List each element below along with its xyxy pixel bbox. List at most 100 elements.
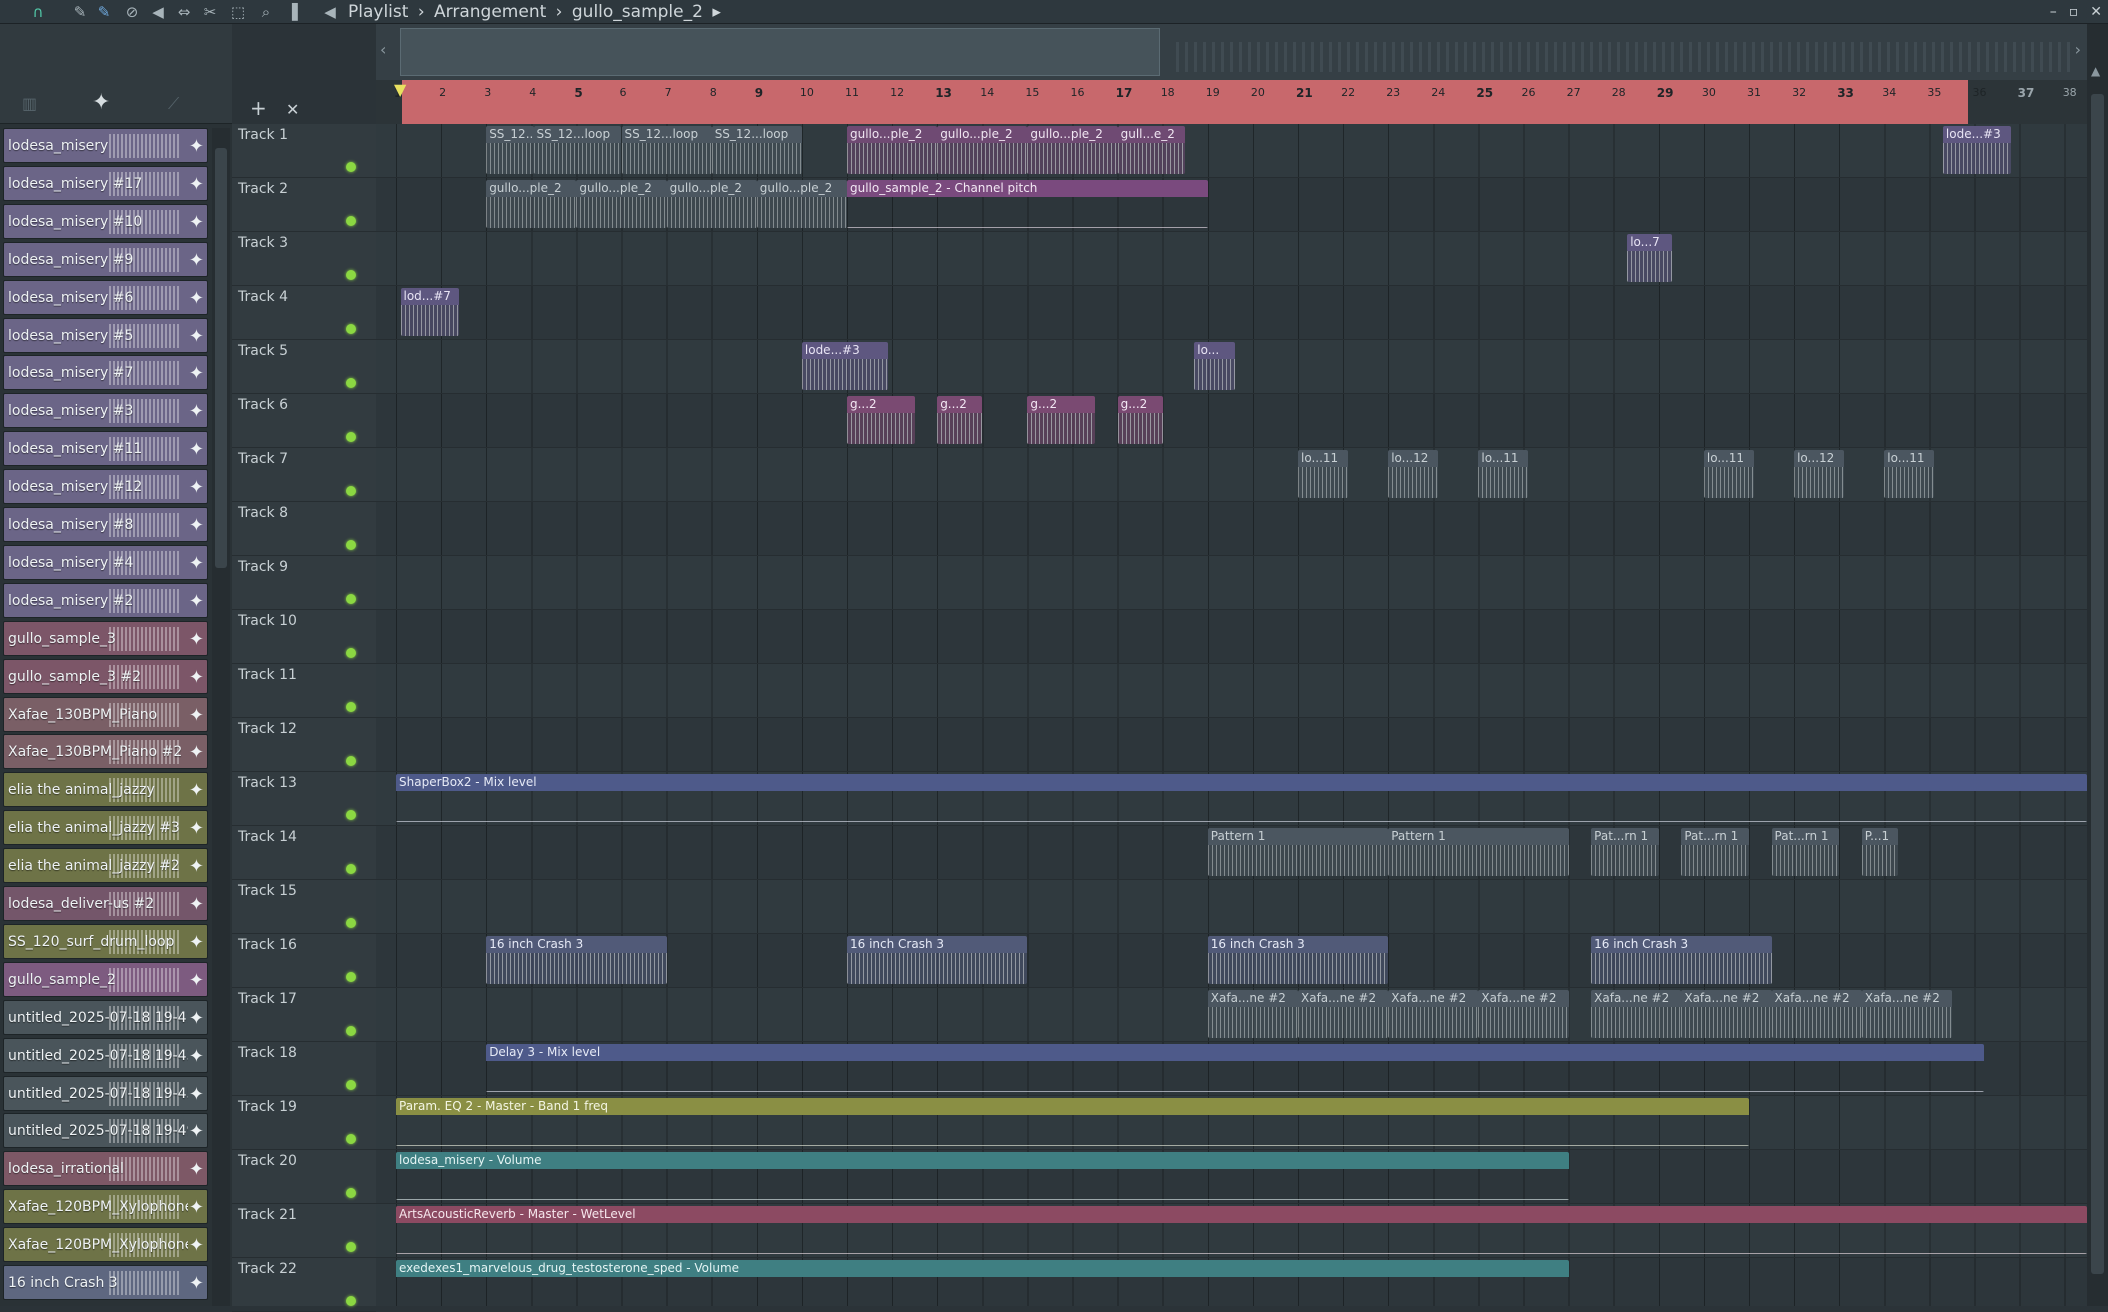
- clip-type-icon[interactable]: ✦: [189, 508, 204, 541]
- slice-icon[interactable]: ✂: [200, 3, 220, 21]
- clip-type-icon[interactable]: ✦: [189, 925, 204, 958]
- track-mute-led[interactable]: [346, 1134, 356, 1144]
- magnet-icon[interactable]: ∩: [28, 3, 48, 21]
- automation-clip-icon[interactable]: ⟋: [168, 94, 179, 114]
- playlist-clip[interactable]: lo...11: [1298, 450, 1348, 498]
- track-lane[interactable]: [376, 880, 2087, 934]
- playlist-clip[interactable]: lode...#3: [801, 342, 888, 390]
- clip-type-icon[interactable]: ✦: [189, 584, 204, 617]
- track-mute-led[interactable]: [346, 972, 356, 982]
- clip-type-icon[interactable]: ✦: [189, 1190, 204, 1223]
- scroll-up-icon[interactable]: ▲: [2091, 64, 2100, 78]
- loop-region[interactable]: [402, 80, 1968, 124]
- clip-type-icon[interactable]: ✦: [189, 773, 204, 806]
- select-icon[interactable]: ⬚: [228, 3, 248, 21]
- playlist-clip[interactable]: 16 inch Crash 3: [847, 936, 1028, 984]
- playlist-clip[interactable]: ArtsAcousticReverb - Master - WetLevel: [396, 1206, 2087, 1254]
- track-header[interactable]: Track 8: [232, 502, 376, 556]
- clip-item[interactable]: gullo_sample_3 #2 ✦: [3, 658, 208, 694]
- scroll-thumb[interactable]: [215, 148, 227, 568]
- clip-type-icon[interactable]: ✦: [189, 963, 204, 996]
- track-header[interactable]: Track 6: [232, 394, 376, 448]
- playlist-clip[interactable]: Xafa...ne #2: [1681, 990, 1772, 1038]
- playlist-clip[interactable]: P...1: [1861, 828, 1898, 876]
- playlist-clip[interactable]: SS_12...loop: [711, 126, 802, 174]
- playlist-clip[interactable]: gullo...ple_2: [847, 126, 938, 174]
- track-lane[interactable]: [376, 556, 2087, 610]
- clip-item[interactable]: gullo_sample_2 ✦: [3, 961, 208, 997]
- clip-item[interactable]: lodesa_misery #11 ✦: [3, 431, 208, 467]
- title-arrow-icon[interactable]: ▸: [712, 2, 721, 22]
- track-mute-led[interactable]: [346, 648, 356, 658]
- clip-item[interactable]: lodesa_misery #2 ✦: [3, 582, 208, 618]
- slip-icon[interactable]: ⇔: [174, 3, 194, 21]
- clip-type-icon[interactable]: ✦: [189, 1001, 204, 1034]
- playlist-clip[interactable]: gullo...ple_2: [1027, 126, 1118, 174]
- track-header[interactable]: Track 7: [232, 448, 376, 502]
- track-header[interactable]: Track 20: [232, 1150, 376, 1204]
- clip-item[interactable]: Xafae_130BPM_Piano #2 ✦: [3, 734, 208, 770]
- playlist-clip[interactable]: Delay 3 - Mix level: [486, 1044, 1984, 1092]
- playlist-clip[interactable]: 16 inch Crash 3: [486, 936, 667, 984]
- playlist-clip[interactable]: g...2: [1117, 396, 1163, 444]
- track-header[interactable]: Track 22: [232, 1258, 376, 1312]
- playlist-clip[interactable]: SS_12...loop: [621, 126, 712, 174]
- track-mute-led[interactable]: [346, 702, 356, 712]
- track-mute-led[interactable]: [346, 162, 356, 172]
- playback-icon[interactable]: ▐: [282, 3, 302, 21]
- playlist-clip[interactable]: 16 inch Crash 3: [1207, 936, 1389, 984]
- clip-type-icon[interactable]: ✦: [189, 243, 204, 276]
- playhead-marker-icon[interactable]: ▼: [394, 80, 406, 99]
- track-mute-led[interactable]: [346, 486, 356, 496]
- playlist-clip[interactable]: lod...#7: [400, 288, 460, 336]
- clip-item[interactable]: elia the animal_jazzy #3 ✦: [3, 810, 208, 846]
- playlist-clip[interactable]: Xafa...ne #2: [1388, 990, 1479, 1038]
- track-mute-led[interactable]: [346, 270, 356, 280]
- clip-item[interactable]: untitled_2025-07-18 19-43-00_...✦: [3, 1037, 208, 1073]
- clip-item[interactable]: lodesa_misery #8 ✦: [3, 507, 208, 542]
- playlist-clip[interactable]: gullo...ple_2: [666, 180, 757, 228]
- audio-clip-icon[interactable]: ✦: [92, 90, 110, 115]
- track-mute-led[interactable]: [346, 810, 356, 820]
- playlist-clip[interactable]: gullo...ple_2: [756, 180, 847, 228]
- clip-item[interactable]: Xafae_120BPM_Xylophone... ✦: [3, 1227, 208, 1263]
- clip-item[interactable]: untitled_2025-07-18 19-49-05_...✦: [3, 1113, 208, 1149]
- clip-item[interactable]: lodesa_misery #17 ✦: [3, 165, 208, 201]
- add-track-icon[interactable]: +: [250, 96, 267, 120]
- playlist-clip[interactable]: lo...12: [1794, 450, 1844, 498]
- clip-type-icon[interactable]: ✦: [189, 698, 204, 731]
- playlist-clip[interactable]: Xafa...ne #2: [1207, 990, 1298, 1038]
- track-lane[interactable]: [376, 286, 2087, 340]
- clip-type-icon[interactable]: ✦: [189, 281, 204, 314]
- clip-item[interactable]: lodesa_misery #3 ✦: [3, 393, 208, 429]
- clip-type-icon[interactable]: ✦: [189, 887, 204, 920]
- track-mute-led[interactable]: [346, 378, 356, 388]
- clip-type-icon[interactable]: ✦: [189, 1114, 204, 1147]
- playlist-clip[interactable]: gull...e_2: [1117, 126, 1186, 174]
- delete-icon[interactable]: ⊘: [122, 3, 142, 21]
- clip-item[interactable]: lodesa_misery #9 ✦: [3, 241, 208, 277]
- vertical-scrollbar[interactable]: ▲: [2087, 24, 2108, 1306]
- track-header[interactable]: Track 9: [232, 556, 376, 610]
- clip-item[interactable]: lodesa_misery ✦: [3, 128, 208, 163]
- track-mute-led[interactable]: [346, 216, 356, 226]
- speaker-icon[interactable]: ◀: [320, 3, 340, 21]
- clip-type-icon[interactable]: ✦: [189, 1039, 204, 1072]
- track-header[interactable]: Track 13: [232, 772, 376, 826]
- playlist-clip[interactable]: ShaperBox2 - Mix level: [396, 774, 2087, 822]
- track-mute-led[interactable]: [346, 432, 356, 442]
- playlist-clip[interactable]: lodesa_misery - Volume: [396, 1152, 1569, 1200]
- mute-icon[interactable]: ◀: [148, 3, 168, 21]
- clip-type-icon[interactable]: ✦: [189, 205, 204, 238]
- track-mute-led[interactable]: [346, 918, 356, 928]
- clip-type-icon[interactable]: ✦: [189, 356, 204, 389]
- clip-type-icon[interactable]: ✦: [189, 811, 204, 844]
- clip-type-icon[interactable]: ✦: [189, 167, 204, 200]
- track-header[interactable]: Track 19: [232, 1096, 376, 1150]
- track-mute-led[interactable]: [346, 1080, 356, 1090]
- maximize-button[interactable]: ▫: [2069, 4, 2079, 20]
- timeline-ruler[interactable]: 1 2 3 4 5 6 7 8 9 10 11 12 13 14 15 16 17 18 19 20 21 22 23 24 2…: [376, 80, 2087, 124]
- clip-type-icon[interactable]: ✦: [189, 319, 204, 352]
- track-mute-led[interactable]: [346, 540, 356, 550]
- paint-icon[interactable]: ✎: [94, 3, 114, 21]
